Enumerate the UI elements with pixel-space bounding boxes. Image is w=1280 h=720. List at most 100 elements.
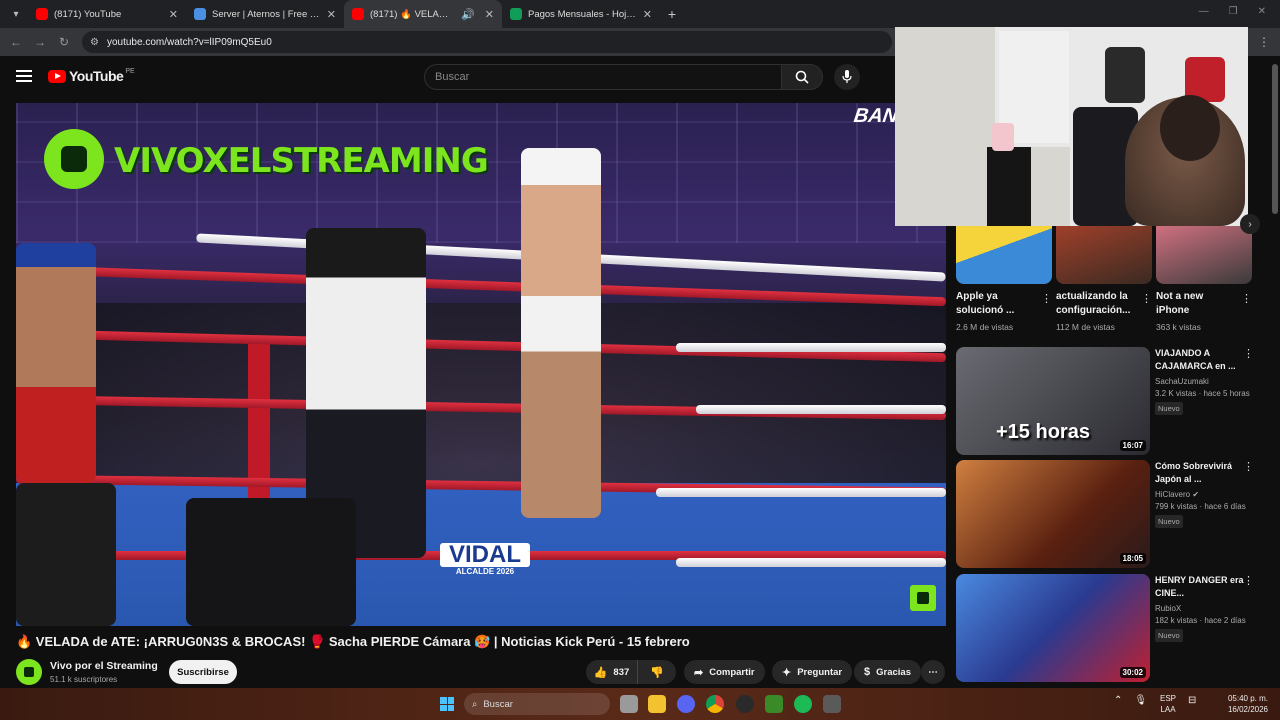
- short-thumbnail[interactable]: [1056, 226, 1152, 284]
- ring-rope: [676, 558, 946, 567]
- discord-icon[interactable]: [677, 695, 695, 713]
- close-tab-icon[interactable]: ✕: [169, 8, 178, 21]
- subscribe-button[interactable]: Suscribirse: [169, 660, 237, 684]
- tray-chevron-icon[interactable]: ⌃: [1114, 695, 1122, 706]
- short-item[interactable]: actualizando la configuración... 112 M d…: [1056, 226, 1152, 332]
- chrome-icon[interactable]: [706, 695, 724, 713]
- short-menu-icon[interactable]: ⋮: [1041, 292, 1052, 305]
- video-title[interactable]: Cómo Sobrevivirá Japón al ...: [1155, 460, 1247, 486]
- more-actions-button[interactable]: ⋯: [921, 660, 945, 684]
- tab-sheets[interactable]: Pagos Mensuales - Hojas de cálc ✕: [502, 0, 660, 28]
- task-view-icon[interactable]: [620, 695, 638, 713]
- video-thumbnail[interactable]: 30:02: [956, 574, 1150, 682]
- close-window-icon[interactable]: ✕: [1258, 6, 1266, 17]
- short-views: 112 M de vistas: [1056, 322, 1115, 332]
- close-tab-icon[interactable]: ✕: [485, 8, 494, 21]
- new-tab-button[interactable]: +: [660, 6, 684, 22]
- windows-start-icon[interactable]: [440, 697, 454, 711]
- tab-search-icon[interactable]: ▾: [4, 4, 28, 24]
- recommended-video[interactable]: 18:05 Cómo Sobrevivirá Japón al ... HiCl…: [956, 460, 1262, 570]
- audio-icon[interactable]: 🔊: [461, 8, 475, 21]
- short-thumbnail[interactable]: [956, 226, 1052, 284]
- video-player[interactable]: VIVOXELSTREAMING BAN ME VIDAL ALCALDE 20…: [16, 103, 946, 626]
- video-title[interactable]: HENRY DANGER era CINE...: [1155, 574, 1247, 600]
- short-title[interactable]: actualizando la configuración...: [1056, 290, 1136, 318]
- like-button[interactable]: 👍 837: [586, 660, 638, 684]
- country-code: PE: [125, 68, 135, 75]
- obs-icon[interactable]: [736, 695, 754, 713]
- short-item[interactable]: Apple ya solucionó ... 2.6 M de vistas ⋮: [956, 226, 1052, 332]
- calculator-icon[interactable]: [823, 695, 841, 713]
- video-thumbnail[interactable]: +15 horas 16:07: [956, 347, 1150, 455]
- youtube-logo[interactable]: YouTube PE: [48, 68, 135, 84]
- video-menu-icon[interactable]: ⋮: [1243, 347, 1254, 360]
- tab-video-active[interactable]: (8171) 🔥 VELADA de ATE: 🔊 ✕: [344, 0, 502, 28]
- video-menu-icon[interactable]: ⋮: [1243, 574, 1254, 587]
- network-icon[interactable]: ⊟: [1188, 695, 1196, 706]
- video-channel[interactable]: HiClavero ✔: [1155, 490, 1247, 499]
- back-icon[interactable]: ←: [4, 35, 28, 49]
- tab-title: (8171) 🔥 VELADA de ATE:: [370, 8, 455, 20]
- menu-icon[interactable]: [16, 70, 32, 82]
- page-scrollbar[interactable]: [1272, 64, 1278, 214]
- dislike-button[interactable]: 👎: [638, 660, 676, 684]
- video-title[interactable]: VIAJANDO A CAJAMARCA en ...: [1155, 347, 1247, 373]
- taskbar-search[interactable]: ⌕ Buscar: [464, 693, 610, 715]
- short-menu-icon[interactable]: ⋮: [1141, 292, 1152, 305]
- video-thumbnail[interactable]: 18:05: [956, 460, 1150, 568]
- reload-icon[interactable]: ↻: [52, 35, 76, 49]
- short-item[interactable]: Not a new iPhone 363 k vistas ⋮: [1156, 226, 1252, 332]
- video-info: HENRY DANGER era CINE... RubioX 182 k vi…: [1155, 574, 1247, 643]
- webcam-bottle: [992, 123, 1014, 151]
- video-duration: 30:02: [1119, 667, 1146, 678]
- short-title[interactable]: Apple ya solucionó ...: [956, 290, 1036, 318]
- site-info-icon[interactable]: ⚙: [90, 37, 99, 48]
- video-info: VIAJANDO A CAJAMARCA en ... SachaUzumaki…: [1155, 347, 1250, 416]
- webcam-streamer-head: [1160, 95, 1220, 161]
- url-field[interactable]: ⚙ youtube.com/watch?v=lIP09mQ5Eu0: [82, 31, 892, 53]
- maximize-icon[interactable]: ❐: [1229, 6, 1238, 17]
- channel-watermark-icon[interactable]: [910, 585, 936, 611]
- tab-title: Pagos Mensuales - Hojas de cálc: [528, 8, 637, 20]
- microphone-tray-icon[interactable]: 🎙: [1134, 695, 1147, 706]
- minecraft-icon[interactable]: [765, 695, 783, 713]
- new-badge: Nuevo: [1155, 402, 1183, 415]
- shorts-next-button[interactable]: ›: [1240, 214, 1260, 234]
- tab-youtube-home[interactable]: (8171) YouTube ✕: [28, 0, 186, 28]
- close-tab-icon[interactable]: ✕: [643, 8, 652, 21]
- new-badge: Nuevo: [1155, 515, 1183, 528]
- thanks-label: Gracias: [876, 666, 911, 678]
- super-thanks-icon: $: [864, 666, 871, 678]
- short-title[interactable]: Not a new iPhone: [1156, 290, 1236, 318]
- language-indicator[interactable]: ESP LAA: [1160, 693, 1176, 715]
- ask-button[interactable]: ✦ Preguntar: [772, 660, 853, 684]
- spotify-icon[interactable]: [794, 695, 812, 713]
- recommended-video[interactable]: 30:02 HENRY DANGER era CINE... RubioX 18…: [956, 574, 1262, 684]
- thanks-button[interactable]: $ Gracias: [854, 660, 921, 684]
- browser-menu-icon[interactable]: ⋮: [1258, 35, 1270, 49]
- tab-aternos[interactable]: Server | Aternos | Free Minecraft ✕: [186, 0, 344, 28]
- system-tray: ⌃ 🎙: [1114, 695, 1147, 706]
- channel-avatar[interactable]: [16, 659, 42, 685]
- file-explorer-icon[interactable]: [648, 695, 666, 713]
- minimize-icon[interactable]: —: [1199, 6, 1209, 17]
- video-channel[interactable]: SachaUzumaki: [1155, 377, 1247, 386]
- thumbs-up-icon: 👍: [593, 666, 608, 679]
- corner-fighter: [16, 243, 96, 483]
- short-thumbnail[interactable]: [1156, 226, 1252, 284]
- clock-date: 16/02/2026: [1227, 705, 1268, 714]
- close-tab-icon[interactable]: ✕: [327, 8, 336, 21]
- recommended-video[interactable]: +15 horas 16:07 VIAJANDO A CAJAMARCA en …: [956, 347, 1262, 457]
- short-menu-icon[interactable]: ⋮: [1241, 292, 1252, 305]
- forward-icon[interactable]: →: [28, 35, 52, 49]
- spectator: [16, 483, 116, 626]
- taskbar-clock[interactable]: 05:40 p. m. 16/02/2026: [1222, 693, 1268, 715]
- voice-search-button[interactable]: [834, 64, 860, 90]
- video-channel[interactable]: RubioX: [1155, 604, 1247, 613]
- share-button[interactable]: ➦ Compartir: [684, 660, 765, 684]
- logo-text: YouTube: [69, 68, 124, 84]
- channel-name[interactable]: Vivo por el Streaming: [50, 660, 158, 672]
- video-menu-icon[interactable]: ⋮: [1243, 460, 1254, 473]
- search-button[interactable]: [781, 64, 823, 90]
- search-input[interactable]: Buscar: [424, 64, 782, 90]
